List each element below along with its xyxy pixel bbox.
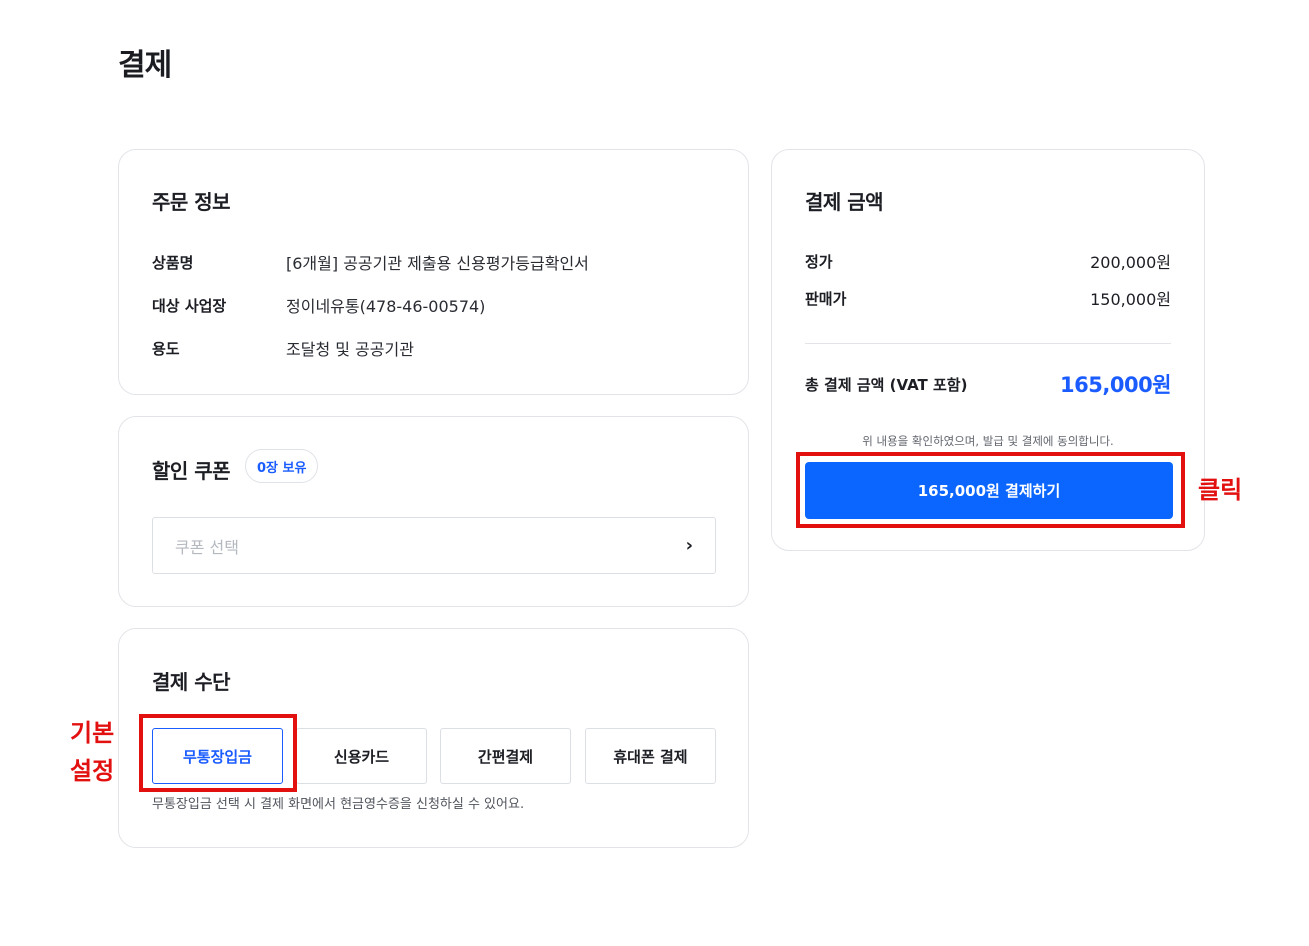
method-mobile-button[interactable]: 휴대폰 결제 (585, 728, 716, 784)
product-name-label: 상품명 (152, 253, 194, 272)
business-value: 정이네유통(478-46-00574) (286, 297, 486, 316)
coupon-select[interactable]: 쿠폰 선택 › (152, 517, 716, 574)
page-title: 결제 (118, 48, 172, 83)
coupon-count-badge: 0장 보유 (245, 449, 319, 483)
method-credit-card-button[interactable]: 신용카드 (296, 728, 427, 784)
pay-button-highlight-box (796, 452, 1185, 528)
product-name-row: 상품명 [6개월] 공공기관 제출용 신용평가등급확인서 (152, 250, 589, 274)
default-annotation-line1: 기본 (70, 719, 115, 747)
bank-transfer-highlight-box (139, 714, 297, 792)
product-name-value: [6개월] 공공기관 제출용 신용평가등급확인서 (286, 254, 589, 273)
list-price-label: 정가 (805, 252, 833, 271)
payment-method-title: 결제 수단 (152, 670, 231, 694)
total-value: 165,000원 (1060, 373, 1171, 397)
order-info-title: 주문 정보 (152, 190, 231, 214)
list-price-row: 정가 200,000원 (805, 250, 1171, 273)
list-price-value: 200,000원 (1090, 253, 1171, 272)
default-annotation-line2: 설정 (70, 757, 115, 785)
sale-price-label: 판매가 (805, 289, 847, 308)
sale-price-value: 150,000원 (1090, 290, 1171, 309)
click-annotation: 클릭 (1198, 476, 1243, 504)
total-label: 총 결제 금액 (VAT 포함) (805, 375, 968, 394)
purpose-row: 용도 조달청 및 공공기관 (152, 336, 414, 360)
business-row: 대상 사업장 정이네유통(478-46-00574) (152, 293, 485, 317)
amount-divider (805, 343, 1171, 344)
chevron-right-icon: › (685, 535, 693, 556)
purpose-label: 용도 (152, 339, 180, 358)
purpose-value: 조달청 및 공공기관 (286, 340, 414, 359)
amount-title: 결제 금액 (805, 190, 884, 214)
coupon-select-placeholder: 쿠폰 선택 (175, 537, 239, 557)
order-info-card: 주문 정보 상품명 [6개월] 공공기관 제출용 신용평가등급확인서 대상 사업… (118, 149, 749, 395)
agreement-note: 위 내용을 확인하였으며, 발급 및 결제에 동의합니다. (862, 434, 1114, 448)
payment-method-note: 무통장입금 선택 시 결제 화면에서 현금영수증을 신청하실 수 있어요. (152, 797, 525, 812)
coupon-title: 할인 쿠폰 (152, 459, 231, 483)
coupon-card: 할인 쿠폰 0장 보유 쿠폰 선택 › (118, 416, 749, 607)
method-easy-pay-button[interactable]: 간편결제 (440, 728, 571, 784)
sale-price-row: 판매가 150,000원 (805, 287, 1171, 310)
total-row: 총 결제 금액 (VAT 포함) 165,000원 (805, 370, 1171, 398)
business-label: 대상 사업장 (152, 296, 227, 315)
